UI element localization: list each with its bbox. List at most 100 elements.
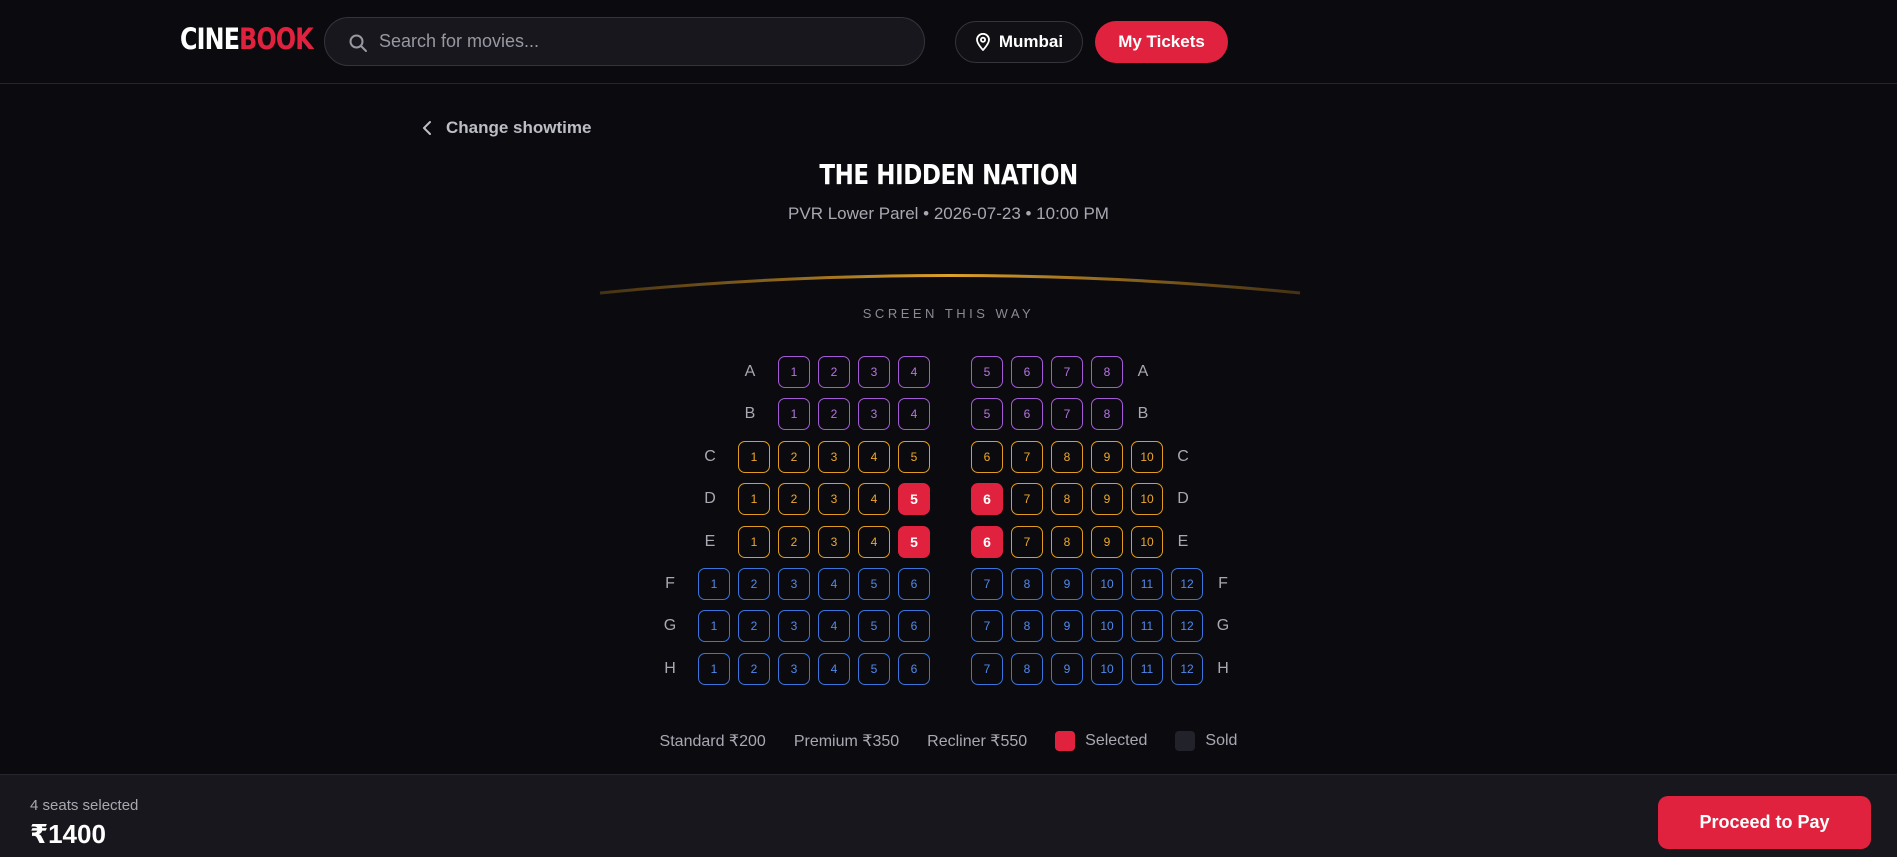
seat-f12[interactable]: 12 [1171,568,1203,600]
row-label-b-right: B [1137,405,1149,422]
seat-f9[interactable]: 9 [1051,568,1083,600]
seat-g3[interactable]: 3 [778,610,810,642]
city-selector-button[interactable]: Mumbai [955,21,1083,63]
seat-f1[interactable]: 1 [698,568,730,600]
seat-g4[interactable]: 4 [818,610,850,642]
row-label-a-right: A [1137,363,1149,380]
seat-f3[interactable]: 3 [778,568,810,600]
seat-d1[interactable]: 1 [738,483,770,515]
seat-h8[interactable]: 8 [1011,653,1043,685]
seat-f5[interactable]: 5 [858,568,890,600]
seat-b6[interactable]: 6 [1011,398,1043,430]
showtime-details: PVR Lower Parel • 2026-07-23 • 10:00 PM [788,204,1109,223]
proceed-to-pay-button[interactable]: Proceed to Pay [1658,796,1871,849]
seat-h9[interactable]: 9 [1051,653,1083,685]
row-label-c-right: C [1177,448,1189,465]
seat-f7[interactable]: 7 [971,568,1003,600]
seat-e8[interactable]: 8 [1051,526,1083,558]
seat-c9[interactable]: 9 [1091,441,1123,473]
seat-e1[interactable]: 1 [738,526,770,558]
row-label-g-right: G [1216,617,1230,634]
seat-h12[interactable]: 12 [1171,653,1203,685]
seat-c2[interactable]: 2 [778,441,810,473]
seat-f2[interactable]: 2 [738,568,770,600]
seat-d5[interactable]: 5 [898,483,930,515]
seat-f6[interactable]: 6 [898,568,930,600]
seat-a2[interactable]: 2 [818,356,850,388]
seat-a8[interactable]: 8 [1091,356,1123,388]
seat-g11[interactable]: 11 [1131,610,1163,642]
seat-e5[interactable]: 5 [898,526,930,558]
seat-d6[interactable]: 6 [971,483,1003,515]
seat-a7[interactable]: 7 [1051,356,1083,388]
seat-a6[interactable]: 6 [1011,356,1043,388]
seat-e3[interactable]: 3 [818,526,850,558]
seat-a5[interactable]: 5 [971,356,1003,388]
seat-e6[interactable]: 6 [971,526,1003,558]
seat-d9[interactable]: 9 [1091,483,1123,515]
seat-d3[interactable]: 3 [818,483,850,515]
seat-d2[interactable]: 2 [778,483,810,515]
seat-d8[interactable]: 8 [1051,483,1083,515]
seat-b7[interactable]: 7 [1051,398,1083,430]
row-label-a: A [744,363,756,380]
seat-g1[interactable]: 1 [698,610,730,642]
my-tickets-button[interactable]: My Tickets [1095,21,1228,63]
seat-b1[interactable]: 1 [778,398,810,430]
seat-h6[interactable]: 6 [898,653,930,685]
seat-h11[interactable]: 11 [1131,653,1163,685]
seat-g6[interactable]: 6 [898,610,930,642]
cinebook-logo[interactable]: CINEBOOK [180,22,314,56]
seat-g7[interactable]: 7 [971,610,1003,642]
seat-c10[interactable]: 10 [1131,441,1163,473]
seat-c5[interactable]: 5 [898,441,930,473]
seat-a1[interactable]: 1 [778,356,810,388]
seat-h3[interactable]: 3 [778,653,810,685]
seat-h10[interactable]: 10 [1091,653,1123,685]
seat-g10[interactable]: 10 [1091,610,1123,642]
seat-b3[interactable]: 3 [858,398,890,430]
seat-c4[interactable]: 4 [858,441,890,473]
seat-f11[interactable]: 11 [1131,568,1163,600]
seat-e7[interactable]: 7 [1011,526,1043,558]
seat-e4[interactable]: 4 [858,526,890,558]
seat-c7[interactable]: 7 [1011,441,1043,473]
seat-h4[interactable]: 4 [818,653,850,685]
seat-a4[interactable]: 4 [898,356,930,388]
seat-c1[interactable]: 1 [738,441,770,473]
seat-a3[interactable]: 3 [858,356,890,388]
seat-e9[interactable]: 9 [1091,526,1123,558]
search-bar[interactable] [324,17,925,66]
seat-c3[interactable]: 3 [818,441,850,473]
seat-d4[interactable]: 4 [858,483,890,515]
search-icon [349,34,367,52]
sold-swatch [1175,731,1196,751]
seat-c6[interactable]: 6 [971,441,1003,473]
seat-b5[interactable]: 5 [971,398,1003,430]
row-label-h-right: H [1217,660,1229,677]
legend-sold: Sold [1175,731,1237,751]
seat-b4[interactable]: 4 [898,398,930,430]
seat-h7[interactable]: 7 [971,653,1003,685]
seat-g8[interactable]: 8 [1011,610,1043,642]
seat-f10[interactable]: 10 [1091,568,1123,600]
change-showtime-link[interactable]: Change showtime [422,116,591,140]
seat-g5[interactable]: 5 [858,610,890,642]
search-input[interactable] [379,18,909,65]
seat-d10[interactable]: 10 [1131,483,1163,515]
seat-c8[interactable]: 8 [1051,441,1083,473]
seat-f4[interactable]: 4 [818,568,850,600]
seat-f8[interactable]: 8 [1011,568,1043,600]
checkout-bar: 4 seats selected ₹1400 Proceed to Pay [0,774,1897,857]
seat-d7[interactable]: 7 [1011,483,1043,515]
seat-h2[interactable]: 2 [738,653,770,685]
seat-h1[interactable]: 1 [698,653,730,685]
seat-h5[interactable]: 5 [858,653,890,685]
seat-g2[interactable]: 2 [738,610,770,642]
seat-e2[interactable]: 2 [778,526,810,558]
seat-b2[interactable]: 2 [818,398,850,430]
seat-e10[interactable]: 10 [1131,526,1163,558]
seat-b8[interactable]: 8 [1091,398,1123,430]
seat-g9[interactable]: 9 [1051,610,1083,642]
seat-g12[interactable]: 12 [1171,610,1203,642]
